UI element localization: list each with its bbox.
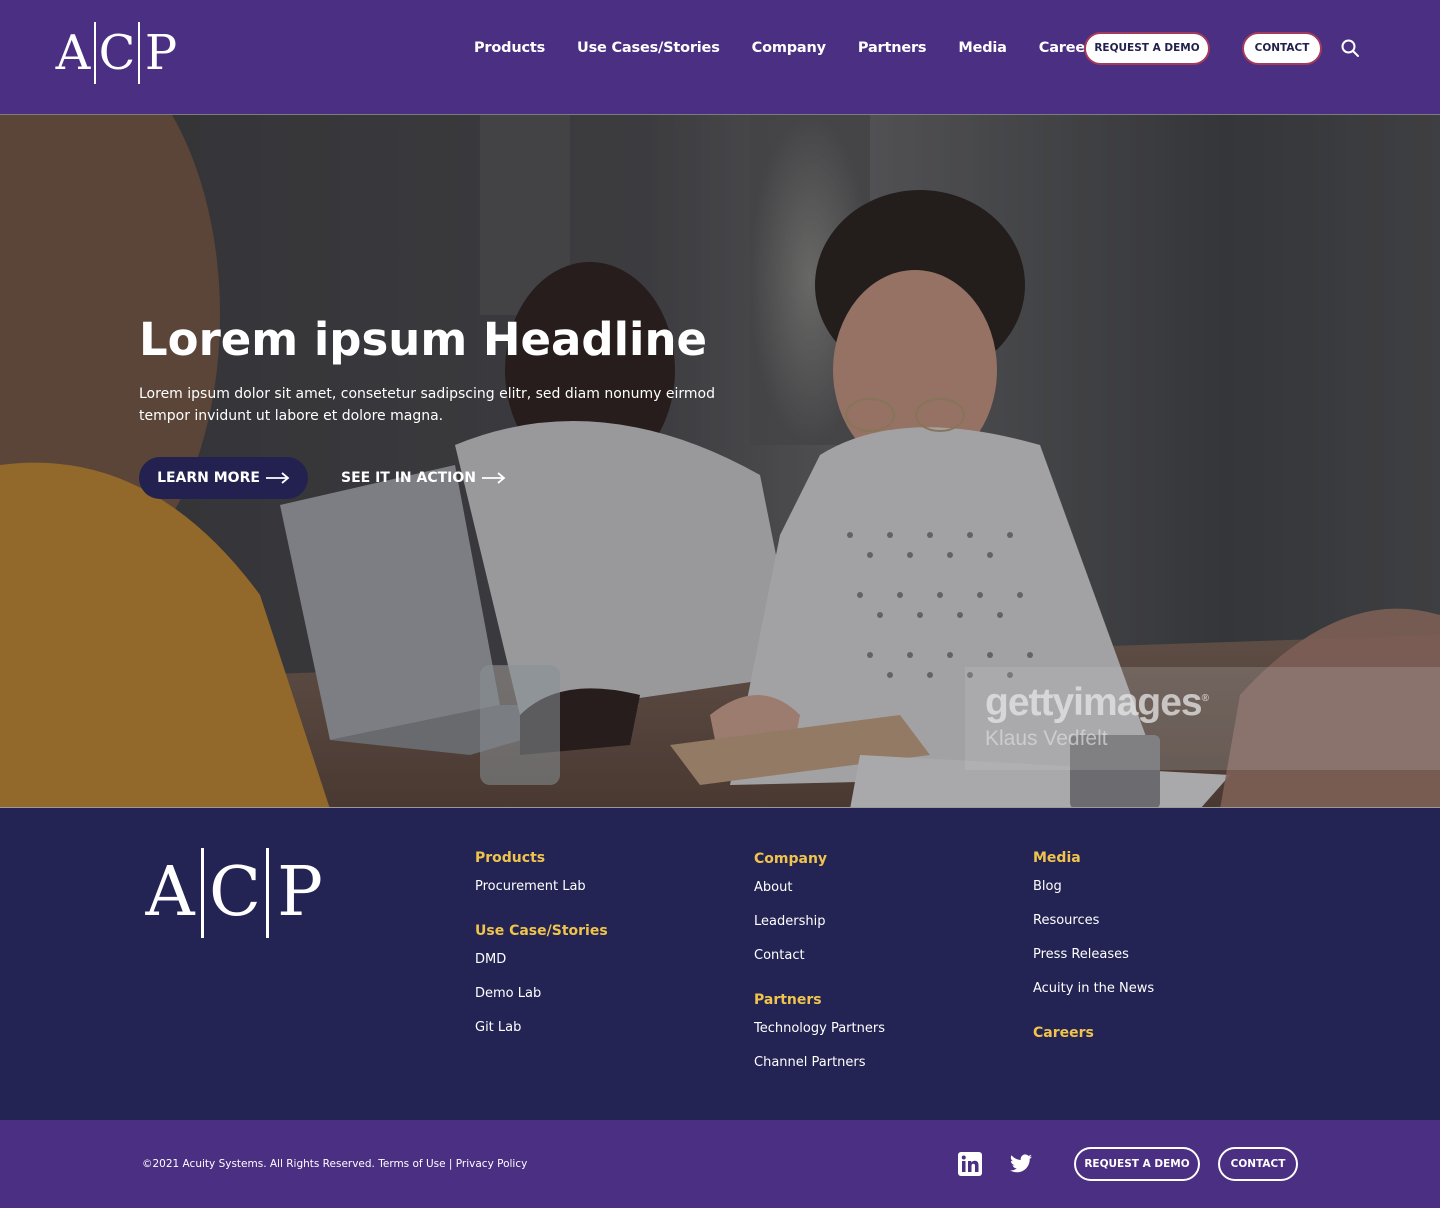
nav-products[interactable]: Products [474, 40, 545, 56]
footer-link-channel-partners[interactable]: Channel Partners [754, 1046, 885, 1080]
logo-letter: P [277, 853, 323, 932]
logo-letter: C [98, 25, 136, 81]
footer-heading-products[interactable]: Products [475, 850, 608, 870]
footer-heading-partners[interactable]: Partners [754, 992, 885, 1012]
request-demo-button[interactable]: REQUEST A DEMO [1084, 32, 1210, 65]
footer-column-products: Products Procurement Lab Use Case/Storie… [475, 850, 608, 1045]
nav-partners[interactable]: Partners [858, 40, 927, 56]
site-header: A C P Products Use Cases/Stories Company… [0, 0, 1440, 114]
watermark-credit: Klaus Vedfelt [985, 727, 1108, 750]
footer-link-contact[interactable]: Contact [754, 939, 885, 973]
site-footer: A C P Products Procurement Lab Use Case/… [0, 808, 1440, 1120]
footer-request-demo-button[interactable]: REQUEST A DEMO [1074, 1147, 1200, 1181]
see-it-label: SEE IT IN ACTION [341, 470, 477, 486]
hero-section: Lorem ipsum Headline Lorem ipsum dolor s… [0, 114, 1440, 808]
logo-letter: C [208, 853, 262, 932]
nav-use-cases[interactable]: Use Cases/Stories [577, 40, 720, 56]
footer-link-resources[interactable]: Resources [1033, 904, 1154, 938]
hero-subtitle: Lorem ipsum dolor sit amet, consetetur s… [139, 386, 715, 424]
learn-more-label: LEARN MORE [157, 470, 260, 486]
footer-link-blog[interactable]: Blog [1033, 870, 1154, 904]
footer-link-leadership[interactable]: Leadership [754, 905, 885, 939]
linkedin-icon[interactable] [958, 1152, 982, 1176]
logo-letter: P [144, 25, 178, 81]
footer-link-about[interactable]: About [754, 871, 885, 905]
footer-heading-company[interactable]: Company [754, 851, 885, 871]
arrow-right-icon [265, 472, 290, 484]
bottom-bar: ©2021 Acuity Systems. All Rights Reserve… [0, 1120, 1440, 1208]
footer-link-acuity-in-the-news[interactable]: Acuity in the News [1033, 972, 1154, 1006]
footer-link-press-releases[interactable]: Press Releases [1033, 938, 1154, 972]
learn-more-button[interactable]: LEARN MORE [139, 457, 308, 499]
footer-logo[interactable]: A C P [139, 848, 331, 938]
logo-letter: A [145, 853, 195, 932]
see-it-in-action-link[interactable]: SEE IT IN ACTION [341, 457, 506, 499]
contact-button[interactable]: CONTACT [1242, 32, 1322, 65]
header-logo[interactable]: A C P [52, 22, 182, 84]
footer-heading-careers[interactable]: Careers [1033, 1025, 1154, 1045]
watermark-brand: gettyimages® [985, 681, 1209, 724]
nav-media[interactable]: Media [958, 40, 1007, 56]
watermark: gettyimages® Klaus Vedfelt [965, 667, 1440, 770]
copyright-text: ©2021 Acuity Systems. All Rights Reserve… [142, 1158, 528, 1170]
footer-contact-button[interactable]: CONTACT [1218, 1147, 1298, 1181]
footer-link-technology-partners[interactable]: Technology Partners [754, 1012, 885, 1046]
hero-headline: Lorem ipsum Headline [139, 313, 708, 366]
nav-company[interactable]: Company [752, 40, 826, 56]
footer-link-dmd[interactable]: DMD [475, 943, 608, 977]
footer-link-git-lab[interactable]: Git Lab [475, 1011, 608, 1045]
footer-heading-use-case-stories[interactable]: Use Case/Stories [475, 923, 608, 943]
twitter-icon[interactable] [1009, 1152, 1033, 1176]
footer-heading-media[interactable]: Media [1033, 850, 1154, 870]
logo-letter: A [55, 25, 91, 81]
footer-column-company: Company About Leadership Contact Partner… [754, 851, 885, 1080]
search-icon[interactable] [1340, 38, 1360, 58]
footer-link-demo-lab[interactable]: Demo Lab [475, 977, 608, 1011]
main-nav: Products Use Cases/Stories Company Partn… [474, 36, 1132, 60]
arrow-right-icon [482, 472, 506, 484]
footer-link-procurement-lab[interactable]: Procurement Lab [475, 870, 608, 904]
footer-column-media: Media Blog Resources Press Releases Acui… [1033, 850, 1154, 1045]
